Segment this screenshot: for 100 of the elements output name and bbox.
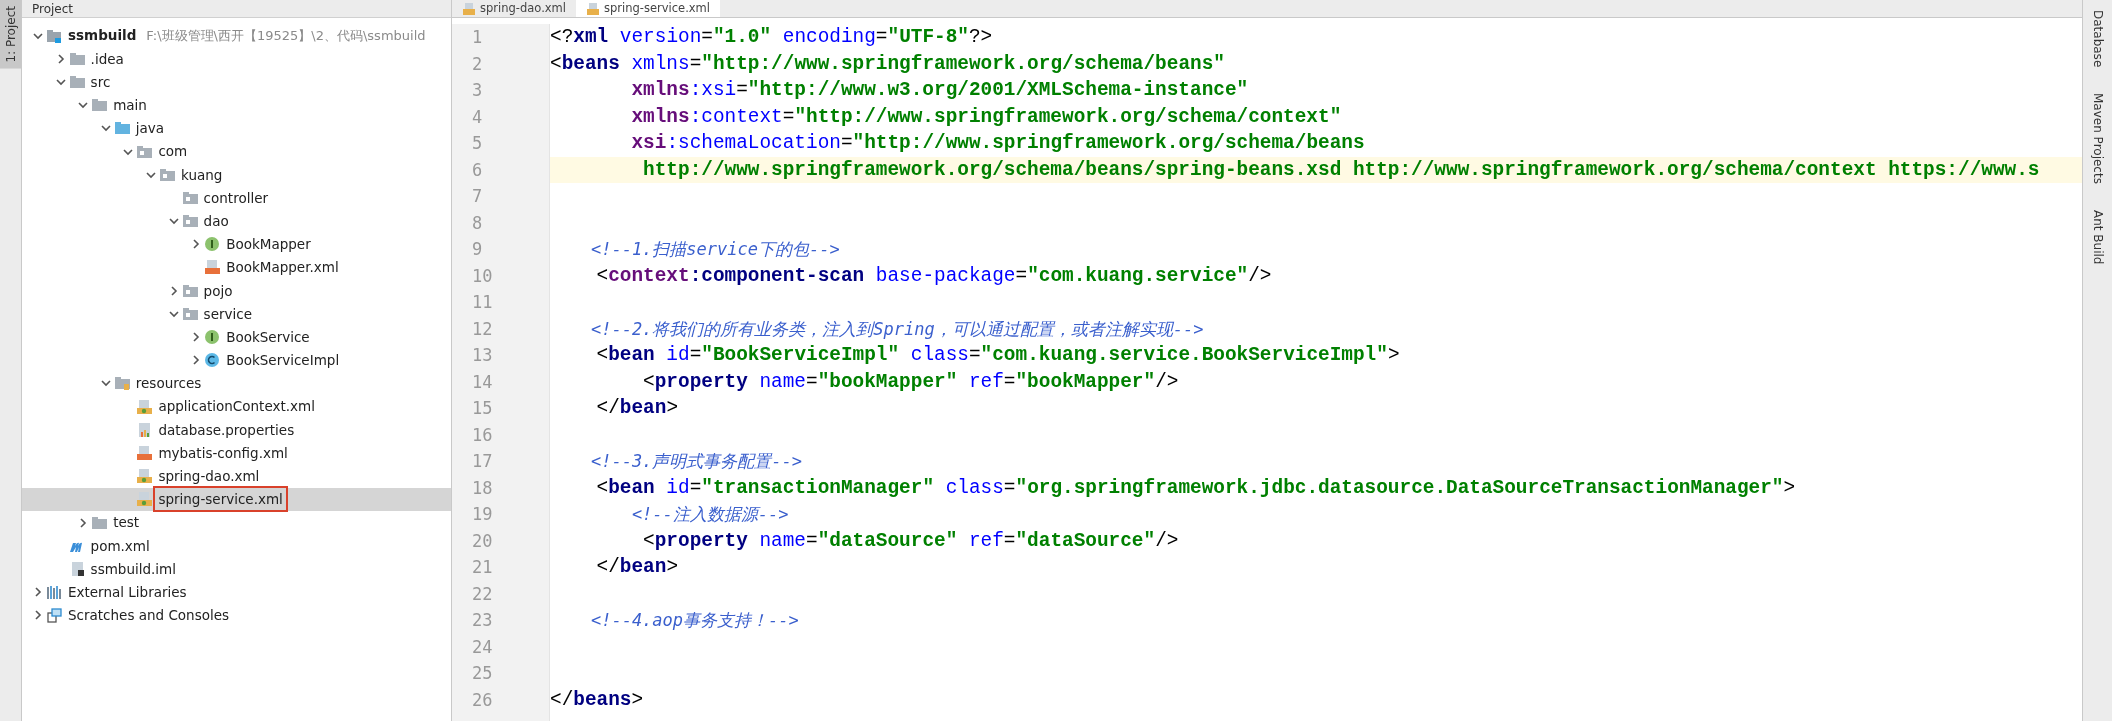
line-number: 15 xyxy=(471,397,494,420)
file-name: resources xyxy=(134,374,203,394)
xml-file-icon xyxy=(136,444,153,461)
file-name: pom.xml xyxy=(89,536,151,556)
package-folder-icon xyxy=(181,213,198,230)
tree-item[interactable]: BookMapper xyxy=(22,232,451,256)
tree-item[interactable]: main xyxy=(22,93,451,117)
tool-window-tab[interactable]: Maven Projects xyxy=(2083,87,2112,191)
package-folder-icon xyxy=(136,143,153,160)
line-number: 10 xyxy=(471,264,494,288)
chevron-right-icon[interactable] xyxy=(32,586,44,599)
code-line: <property name="bookMapper" ref="bookMapper"/> xyxy=(642,369,1180,395)
tree-item[interactable]: ssmbuild F:\班级管理\西开【19525】\2、代码\ssmbuild xyxy=(22,24,451,48)
tree-item[interactable]: test xyxy=(22,510,451,535)
tree-item[interactable]: database.properties xyxy=(22,418,451,442)
code-line: <!--注入数据源--> xyxy=(630,503,790,526)
tool-window-tab[interactable]: Database xyxy=(2083,4,2112,74)
code-line: <bean id="BookServiceImpl" class="com.kuang.service.BookServiceImpl"> xyxy=(595,343,1401,368)
xml-file-icon xyxy=(462,2,476,15)
tree-item[interactable]: BookService xyxy=(22,325,451,349)
folder-icon xyxy=(113,375,130,392)
project-path: F:\班级管理\西开【19525】\2、代码\ssmbuild xyxy=(146,26,426,45)
line-number: 11 xyxy=(471,291,494,314)
code-line: </beans> xyxy=(550,687,645,713)
tree-item[interactable]: BookMapper.xml xyxy=(22,255,451,280)
line-number: 19 xyxy=(471,503,494,526)
folder-icon xyxy=(113,120,130,137)
tree-item[interactable]: Scratches and Consoles xyxy=(22,603,451,627)
tree-item[interactable]: resources xyxy=(22,371,451,395)
xml-file-icon xyxy=(136,491,153,508)
line-number: 14 xyxy=(471,370,494,394)
code-line: <context:component-scan base-package="com.kuang.service"/> xyxy=(595,263,1273,289)
file-name: mybatis-config.xml xyxy=(157,443,289,463)
file-name: BookMapper xyxy=(225,235,312,255)
tree-item[interactable]: java xyxy=(22,116,451,140)
file-name: service xyxy=(202,304,253,324)
line-number: 8 xyxy=(471,211,484,235)
folder-icon xyxy=(91,514,108,531)
line-number: 18 xyxy=(471,476,494,500)
package-folder-icon xyxy=(181,305,198,322)
file-name: pojo xyxy=(202,281,234,301)
tree-item[interactable]: ssmbuild.iml xyxy=(22,557,451,581)
tree-item[interactable]: External Libraries xyxy=(22,580,451,604)
line-number: 17 xyxy=(471,450,494,473)
project-tool-tab[interactable]: 1: Project xyxy=(0,0,21,69)
tool-window-tab[interactable]: Ant Build xyxy=(2083,204,2112,271)
file-name: External Libraries xyxy=(67,582,188,602)
line-number: 25 xyxy=(471,662,494,685)
line-number: 20 xyxy=(471,529,494,553)
line-number: 2 xyxy=(471,52,484,76)
code-line: xmlns:xsi="http://www.w3.org/2001/XMLSchema-instance" xyxy=(630,78,1250,103)
line-number: 4 xyxy=(471,105,484,129)
code-line: <?xml version="1.0" encoding="UTF-8"?> xyxy=(550,25,994,50)
tree-item[interactable]: com xyxy=(22,139,451,164)
xml-file-icon xyxy=(204,259,221,276)
tree-item[interactable]: service xyxy=(22,302,451,326)
code-line: <!--1.扫描service下的包--> xyxy=(589,238,841,261)
line-number: 21 xyxy=(471,556,494,579)
class-icon xyxy=(204,352,221,369)
code-line: xmlns:context="http://www.springframework.org/schema/context" xyxy=(630,104,1343,130)
line-number: 22 xyxy=(471,582,494,606)
line-number: 12 xyxy=(471,317,494,341)
folder-icon xyxy=(68,50,85,67)
editor-tab[interactable]: spring-service.xml xyxy=(576,0,720,17)
tree-item[interactable]: pom.xml xyxy=(22,534,451,558)
code-line: <!--2.将我们的所有业务类，注入到Spring，可以通过配置，或者注解实现--> xyxy=(589,317,1205,341)
file-name: com xyxy=(157,142,189,162)
tree-item[interactable]: kuang xyxy=(22,163,451,187)
tree-item[interactable]: BookServiceImpl xyxy=(22,348,451,372)
file-name: java xyxy=(134,119,166,139)
file-name: controller xyxy=(202,188,269,208)
code-line: xsi:schemaLocation="http://www.springframework.org/schema/beans xyxy=(630,131,1366,156)
line-number: 6 xyxy=(471,158,484,182)
tree-item[interactable]: .idea xyxy=(22,47,451,71)
folder-icon xyxy=(68,73,85,90)
line-number: 7 xyxy=(471,185,484,208)
xml-file-icon xyxy=(586,2,600,15)
tree-item[interactable]: controller xyxy=(22,186,451,210)
tree-item[interactable]: applicationContext.xml xyxy=(22,395,451,419)
module-folder-icon xyxy=(46,27,62,44)
chevron-right-icon[interactable] xyxy=(32,609,44,622)
file-name: main xyxy=(112,96,148,116)
tree-item[interactable]: spring-dao.xml xyxy=(22,464,451,488)
package-folder-icon xyxy=(181,189,198,206)
tree-item[interactable]: mybatis-config.xml xyxy=(22,441,451,465)
folder-icon xyxy=(91,97,108,114)
tree-item[interactable]: spring-service.xml xyxy=(22,487,451,511)
xml-file-icon xyxy=(136,398,153,415)
interface-icon xyxy=(204,236,221,253)
file-name: kuang xyxy=(180,165,224,185)
scratches-icon xyxy=(46,607,62,624)
tree-item[interactable]: dao xyxy=(22,209,451,233)
line-number: 1 xyxy=(471,26,484,49)
file-name: ssmbuild.iml xyxy=(89,559,177,579)
line-number: 16 xyxy=(471,423,494,447)
file-name: BookServiceImpl xyxy=(225,351,341,371)
tree-item[interactable]: pojo xyxy=(22,279,451,303)
properties-file-icon xyxy=(136,421,153,438)
tree-item[interactable]: src xyxy=(22,70,451,94)
file-name: src xyxy=(89,72,112,92)
